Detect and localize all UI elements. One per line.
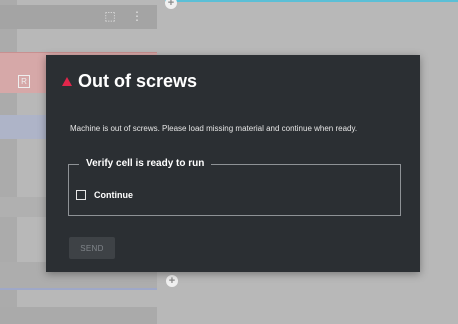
alert-dialog: Out of screws Machine is out of screws. … <box>46 55 420 272</box>
continue-checkbox-label[interactable]: Continue <box>94 190 133 200</box>
background-card <box>0 197 50 217</box>
tag-badge: R <box>18 75 30 88</box>
dialog-title-text: Out of screws <box>78 71 198 91</box>
top-accent-line <box>165 0 458 2</box>
verify-fieldset: Verify cell is ready to run Continue <box>68 158 401 216</box>
fieldset-legend: Verify cell is ready to run <box>79 158 212 169</box>
add-icon: + <box>165 0 177 9</box>
header-icons: ⬚ ⋮ <box>104 9 149 23</box>
background-header-bar: ⬚ ⋮ <box>0 5 157 29</box>
continue-checkbox[interactable] <box>76 190 86 200</box>
continue-checkbox-row[interactable]: Continue <box>76 190 133 200</box>
warning-triangle-icon <box>62 77 72 86</box>
background-card-selected <box>0 115 50 139</box>
send-button[interactable]: SEND <box>69 237 115 259</box>
dialog-message: Machine is out of screws. Please load mi… <box>70 124 358 133</box>
dialog-title: Out of screws <box>62 71 197 92</box>
background-card <box>0 307 157 324</box>
add-icon: + <box>166 275 178 287</box>
